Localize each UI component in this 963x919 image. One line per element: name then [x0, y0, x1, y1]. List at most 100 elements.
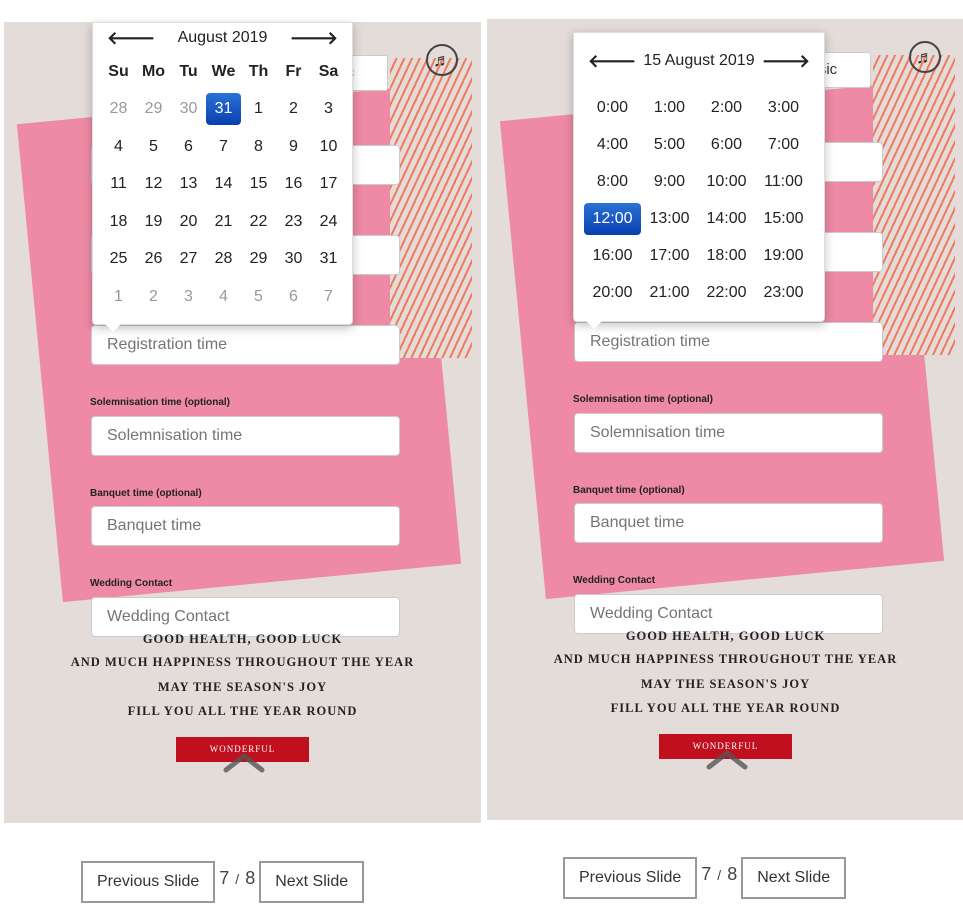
chevron-up-icon[interactable] [222, 750, 266, 774]
verse-line: AND MUCH HAPPINESS THROUGHOUT THE YEAR [553, 652, 898, 666]
calendar-day[interactable]: 8 [241, 131, 276, 163]
chevron-up-icon[interactable] [705, 747, 749, 771]
separator: / [717, 866, 722, 883]
music-note-icon[interactable]: ♬ [426, 44, 458, 76]
music-note-icon[interactable]: ♬ [909, 41, 941, 73]
arrow-right-icon[interactable]: 🡒 [762, 51, 810, 72]
hour-option[interactable]: 15:00 [755, 203, 812, 235]
calendar-day[interactable]: 3 [171, 281, 206, 313]
calendar-day[interactable]: 29 [241, 243, 276, 275]
hour-option[interactable]: 21:00 [641, 277, 698, 309]
calendar-day[interactable]: 27 [171, 243, 206, 275]
verse-line: MAY THE SEASON'S JOY [640, 677, 811, 691]
calendar-day[interactable]: 1 [101, 281, 136, 313]
calendar-day[interactable]: 19 [136, 206, 171, 238]
hour-option[interactable]: 11:00 [755, 166, 812, 198]
calendar-day[interactable]: 22 [241, 206, 276, 238]
verse-line: FILL YOU ALL THE YEAR ROUND [610, 701, 841, 715]
calendar-day[interactable]: 20 [171, 206, 206, 238]
calendar-day[interactable]: 2 [276, 93, 311, 125]
calendar-day[interactable]: 12 [136, 168, 171, 200]
slide-counter: 7 / 8 [215, 868, 259, 889]
hour-option[interactable]: 13:00 [641, 203, 698, 235]
calendar-day[interactable]: 5 [241, 281, 276, 313]
calendar-day[interactable]: 28 [206, 243, 241, 275]
calendar-day[interactable]: 30 [171, 93, 206, 125]
hour-option[interactable]: 14:00 [698, 203, 755, 235]
calendar-day[interactable]: 4 [101, 131, 136, 163]
calendar-day[interactable]: 14 [206, 168, 241, 200]
stripe-decoration [873, 55, 955, 355]
next-slide-button[interactable]: Next Slide [741, 857, 847, 899]
hour-option[interactable]: 0:00 [584, 92, 641, 124]
arrow-left-icon[interactable]: 🡐 [588, 51, 636, 72]
arrow-left-icon[interactable]: 🡐 [107, 28, 155, 49]
hour-option[interactable]: 4:00 [584, 129, 641, 161]
calendar-day[interactable]: 7 [206, 131, 241, 163]
calendar-day[interactable]: 13 [171, 168, 206, 200]
verse-line: FILL YOU ALL THE YEAR ROUND [127, 704, 358, 718]
calendar-day[interactable]: 7 [311, 281, 346, 313]
arrow-right-icon[interactable]: 🡒 [290, 28, 338, 49]
selected-hour[interactable]: 12:00 [584, 202, 641, 235]
calendar-day[interactable]: 2 [136, 281, 171, 313]
hour-option[interactable]: 1:00 [641, 92, 698, 124]
hour-option[interactable]: 22:00 [698, 277, 755, 309]
hour-option[interactable]: 10:00 [698, 166, 755, 198]
calendar-day[interactable]: 25 [101, 243, 136, 275]
hour-option[interactable]: 17:00 [641, 240, 698, 272]
calendar-day[interactable]: 23 [276, 206, 311, 238]
calendar-day[interactable]: 31 [311, 243, 346, 275]
calendar-day[interactable]: 17 [311, 168, 346, 200]
hour-option[interactable]: 5:00 [641, 129, 698, 161]
calendar-day[interactable]: 28 [101, 93, 136, 125]
calendar-day[interactable]: 18 [101, 206, 136, 238]
calendar-day[interactable]: 3 [311, 93, 346, 125]
calendar-day[interactable]: 6 [171, 131, 206, 163]
hour-option[interactable]: 7:00 [755, 129, 812, 161]
calendar-day[interactable]: 30 [276, 243, 311, 275]
hour-option[interactable]: 18:00 [698, 240, 755, 272]
calendar-day[interactable]: 24 [311, 206, 346, 238]
previous-slide-button[interactable]: Previous Slide [81, 861, 216, 903]
weekday-header: We [211, 62, 236, 80]
hour-option[interactable]: 20:00 [584, 277, 641, 309]
calendar-day[interactable]: 26 [136, 243, 171, 275]
calendar-day[interactable]: 15 [241, 168, 276, 200]
calendar-day[interactable]: 4 [206, 281, 241, 313]
hour-grid: 0:00 1:00 2:00 3:00 4:00 5:00 6:00 7:00 8:00 9:00… [574, 89, 824, 311]
calendar-day[interactable]: 21 [206, 206, 241, 238]
calendar-day[interactable]: 10 [311, 131, 346, 163]
hour-option[interactable]: 3:00 [755, 92, 812, 124]
calendar-day[interactable]: 11 [101, 168, 136, 200]
form-input[interactable] [574, 594, 883, 634]
calendar-day[interactable]: 6 [276, 281, 311, 313]
calendar-day[interactable]: 1 [241, 93, 276, 125]
hour-option[interactable]: 9:00 [641, 166, 698, 198]
form-input[interactable] [574, 413, 883, 453]
next-slide-button[interactable]: Next Slide [259, 861, 365, 903]
hour-option[interactable]: 6:00 [698, 129, 755, 161]
previous-slide-button[interactable]: Previous Slide [563, 857, 698, 899]
field-label: Wedding Contact [573, 575, 656, 586]
field-label: Wedding Contact [90, 578, 173, 589]
hour-option[interactable]: 8:00 [584, 166, 641, 198]
selected-day[interactable]: 31 [206, 93, 241, 126]
field-label: Solemnisation time (optional) [573, 394, 714, 405]
calendar-day[interactable]: 29 [136, 93, 171, 125]
hour-option[interactable]: 2:00 [698, 92, 755, 124]
hour-option[interactable]: 23:00 [755, 277, 812, 309]
hour-option[interactable]: 16:00 [584, 240, 641, 272]
calendar-day[interactable]: 16 [276, 168, 311, 200]
form-input[interactable] [91, 325, 400, 365]
time-picker-title: 15 August 2019 [643, 52, 755, 69]
form-input[interactable] [91, 506, 400, 546]
form-input[interactable] [91, 416, 400, 456]
form-input[interactable] [91, 597, 400, 637]
hour-option[interactable]: 19:00 [755, 240, 812, 272]
date-picker-title: August 2019 [177, 29, 268, 46]
calendar-day[interactable]: 9 [276, 131, 311, 163]
form-input[interactable] [574, 322, 883, 362]
form-input[interactable] [574, 503, 883, 543]
calendar-day[interactable]: 5 [136, 131, 171, 163]
